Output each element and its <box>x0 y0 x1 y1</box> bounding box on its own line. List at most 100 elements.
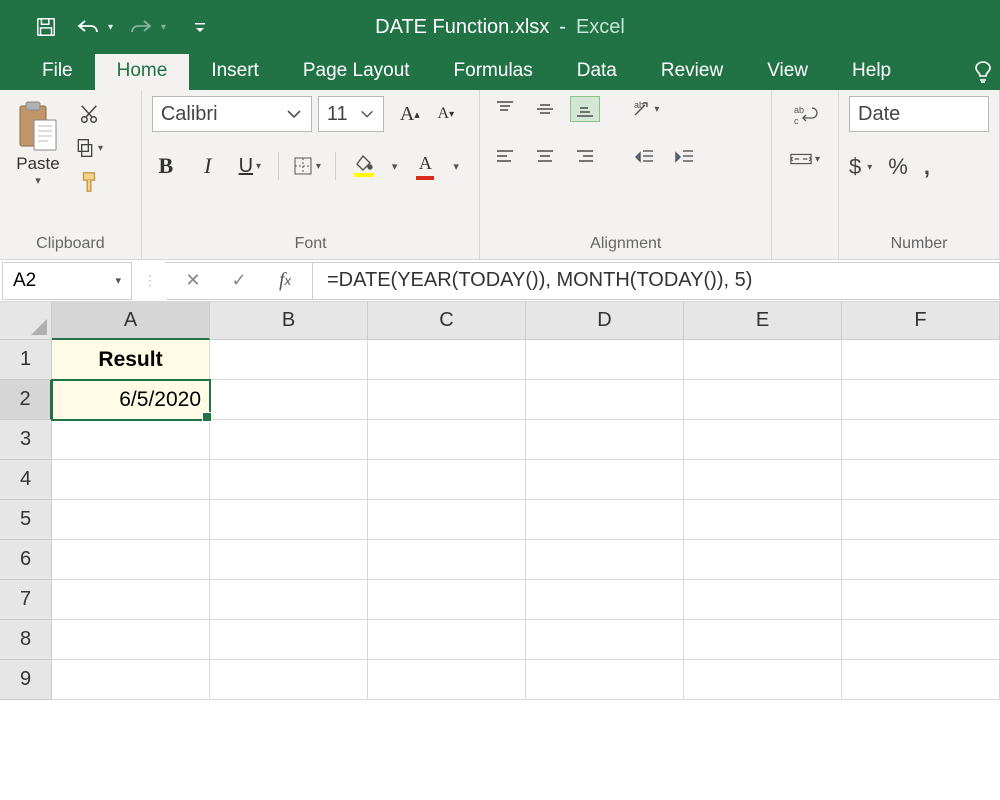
font-color-dropdown-icon[interactable]: ▾ <box>453 160 459 173</box>
fill-color-dropdown-icon[interactable]: ▾ <box>392 160 398 173</box>
tab-data[interactable]: Data <box>555 52 639 90</box>
col-header-D[interactable]: D <box>526 302 684 340</box>
cell-A2[interactable]: 6/5/2020 <box>52 380 210 420</box>
cell-C3[interactable] <box>368 420 526 460</box>
paste-dropdown-icon[interactable]: ▾ <box>35 174 41 187</box>
cut-icon[interactable] <box>74 102 104 126</box>
undo-dropdown-icon[interactable]: ▾ <box>108 22 113 33</box>
currency-button[interactable]: $▾ <box>849 154 872 180</box>
cell-F2[interactable] <box>842 380 1000 420</box>
orientation-icon[interactable]: ab▾ <box>630 96 660 122</box>
cell-E2[interactable] <box>684 380 842 420</box>
paste-button[interactable]: Paste ▾ <box>10 96 66 187</box>
font-color-button[interactable]: A <box>411 152 439 180</box>
cell-D8[interactable] <box>526 620 684 660</box>
cell-B3[interactable] <box>210 420 368 460</box>
cell-C2[interactable] <box>368 380 526 420</box>
cell-B5[interactable] <box>210 500 368 540</box>
cell-F8[interactable] <box>842 620 1000 660</box>
col-header-B[interactable]: B <box>210 302 368 340</box>
font-name-combo[interactable]: Calibri <box>152 96 312 132</box>
increase-indent-icon[interactable] <box>670 144 700 170</box>
cell-A1[interactable]: Result <box>52 340 210 380</box>
row-header-4[interactable]: 4 <box>0 460 52 500</box>
cell-E9[interactable] <box>684 660 842 700</box>
cell-E7[interactable] <box>684 580 842 620</box>
col-header-F[interactable]: F <box>842 302 1000 340</box>
col-header-A[interactable]: A <box>52 302 210 340</box>
cell-B4[interactable] <box>210 460 368 500</box>
cell-D4[interactable] <box>526 460 684 500</box>
cell-A9[interactable] <box>52 660 210 700</box>
cell-A8[interactable] <box>52 620 210 660</box>
cell-B7[interactable] <box>210 580 368 620</box>
cell-C8[interactable] <box>368 620 526 660</box>
save-icon[interactable] <box>32 13 60 41</box>
row-header-1[interactable]: 1 <box>0 340 52 380</box>
underline-button[interactable]: U▾ <box>236 152 264 180</box>
cell-B8[interactable] <box>210 620 368 660</box>
cell-C7[interactable] <box>368 580 526 620</box>
cell-C1[interactable] <box>368 340 526 380</box>
cell-B9[interactable] <box>210 660 368 700</box>
tell-me-icon[interactable] <box>966 60 1000 90</box>
cell-D9[interactable] <box>526 660 684 700</box>
fill-color-button[interactable] <box>350 152 378 180</box>
cell-D7[interactable] <box>526 580 684 620</box>
cell-D1[interactable] <box>526 340 684 380</box>
font-size-combo[interactable]: 11 <box>318 96 384 132</box>
tab-page-layout[interactable]: Page Layout <box>281 52 432 90</box>
col-header-E[interactable]: E <box>684 302 842 340</box>
tab-home[interactable]: Home <box>95 52 190 90</box>
row-header-5[interactable]: 5 <box>0 500 52 540</box>
align-left-icon[interactable] <box>490 144 520 170</box>
select-all-corner[interactable] <box>0 302 52 340</box>
cell-C5[interactable] <box>368 500 526 540</box>
cell-C6[interactable] <box>368 540 526 580</box>
cell-E1[interactable] <box>684 340 842 380</box>
decrease-indent-icon[interactable] <box>630 144 660 170</box>
wrap-text-icon[interactable]: abc <box>790 102 820 128</box>
align-bottom-icon[interactable] <box>570 96 600 122</box>
tab-review[interactable]: Review <box>639 52 745 90</box>
row-header-3[interactable]: 3 <box>0 420 52 460</box>
insert-function-icon[interactable]: fx <box>272 268 298 294</box>
copy-icon[interactable]: ▾ <box>74 136 104 160</box>
undo-icon[interactable] <box>74 13 102 41</box>
cell-F1[interactable] <box>842 340 1000 380</box>
formula-input[interactable]: =DATE(YEAR(TODAY()), MONTH(TODAY()), 5) <box>313 262 1000 300</box>
cell-E6[interactable] <box>684 540 842 580</box>
cell-B2[interactable] <box>210 380 368 420</box>
tab-help[interactable]: Help <box>830 52 913 90</box>
cell-F5[interactable] <box>842 500 1000 540</box>
cell-F9[interactable] <box>842 660 1000 700</box>
col-header-C[interactable]: C <box>368 302 526 340</box>
comma-button[interactable]: , <box>924 154 930 180</box>
cell-E5[interactable] <box>684 500 842 540</box>
merge-center-icon[interactable]: ▾ <box>790 146 820 172</box>
cell-E3[interactable] <box>684 420 842 460</box>
cell-A7[interactable] <box>52 580 210 620</box>
format-painter-icon[interactable] <box>74 170 104 194</box>
cell-A3[interactable] <box>52 420 210 460</box>
tab-insert[interactable]: Insert <box>189 52 281 90</box>
formula-bar-drag-icon[interactable]: ⋮ <box>134 272 166 289</box>
row-header-2[interactable]: 2 <box>0 380 52 420</box>
borders-button[interactable]: ▾ <box>293 152 321 180</box>
cell-D2[interactable] <box>526 380 684 420</box>
cell-A4[interactable] <box>52 460 210 500</box>
cell-F7[interactable] <box>842 580 1000 620</box>
align-top-icon[interactable] <box>490 96 520 122</box>
cell-A5[interactable] <box>52 500 210 540</box>
align-middle-icon[interactable] <box>530 96 560 122</box>
align-center-icon[interactable] <box>530 144 560 170</box>
qat-customize-icon[interactable] <box>186 13 214 41</box>
cell-A6[interactable] <box>52 540 210 580</box>
name-box-dropdown-icon[interactable]: ▾ <box>115 274 121 287</box>
row-header-8[interactable]: 8 <box>0 620 52 660</box>
cell-D5[interactable] <box>526 500 684 540</box>
tab-formulas[interactable]: Formulas <box>432 52 555 90</box>
cell-C4[interactable] <box>368 460 526 500</box>
name-box[interactable]: A2 ▾ <box>2 262 132 300</box>
row-header-7[interactable]: 7 <box>0 580 52 620</box>
